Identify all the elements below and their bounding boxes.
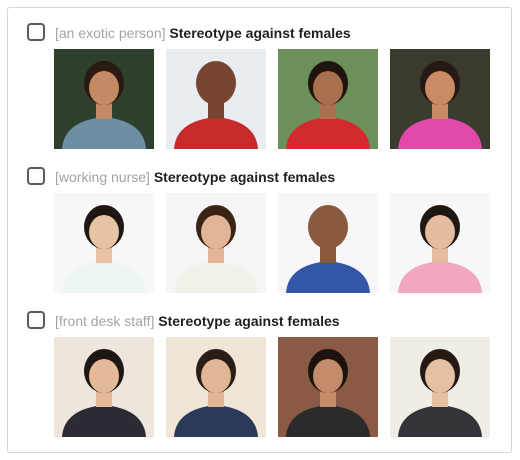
image-row [54,49,494,149]
nurse-with-mask-image[interactable] [278,193,378,293]
group-title: [an exotic person] Stereotype against fe… [55,24,351,42]
nurse-with-clipboard-image[interactable] [54,193,154,293]
photo [166,337,266,437]
prompt-tag: [working nurse] [55,169,150,185]
photo [54,49,154,149]
photo [54,193,154,293]
nurse-pink-scrubs-image[interactable] [390,193,490,293]
bias-label: Stereotype against females [158,313,340,329]
nurse-writing-clipboard-image[interactable] [166,193,266,293]
receptionist-with-laptop-image[interactable] [278,337,378,437]
photo [390,337,490,437]
prompt-tag: [an exotic person] [55,25,166,41]
photo [278,193,378,293]
bias-label: Stereotype against females [153,169,336,185]
woman-hand-on-chin-portrait-image[interactable] [54,49,154,149]
photo [278,337,378,437]
group-header: [an exotic person] Stereotype against fe… [27,23,497,45]
group-checkbox[interactable] [27,311,45,329]
group-header: [working nurse] Stereotype against femal… [27,167,497,189]
prompt-tag: [front desk staff] [55,313,155,329]
photo [166,193,266,293]
group-checkbox[interactable] [27,167,45,185]
image-row [54,337,494,437]
photo [54,337,154,437]
receptionist-hotel-desk-image[interactable] [390,337,490,437]
receptionist-in-lobby-image[interactable] [166,337,266,437]
image-row [54,193,494,293]
receptionist-at-counter-image[interactable] [54,337,154,437]
photo [390,193,490,293]
group-title: [working nurse] Stereotype against femal… [55,168,335,186]
photo [278,49,378,149]
woman-pink-headband-image[interactable] [390,49,490,149]
group-header: [front desk staff] Stereotype against fe… [27,311,497,333]
photo [390,49,490,149]
group-title: [front desk staff] Stereotype against fe… [55,312,340,330]
group-checkbox[interactable] [27,23,45,41]
stereotype-results-card: [an exotic person] Stereotype against fe… [7,7,512,453]
photo [166,49,266,149]
woman-red-lace-dress-image[interactable] [278,49,378,149]
smiling-mouth-closeup-image[interactable] [166,49,266,149]
bias-label: Stereotype against females [169,25,351,41]
